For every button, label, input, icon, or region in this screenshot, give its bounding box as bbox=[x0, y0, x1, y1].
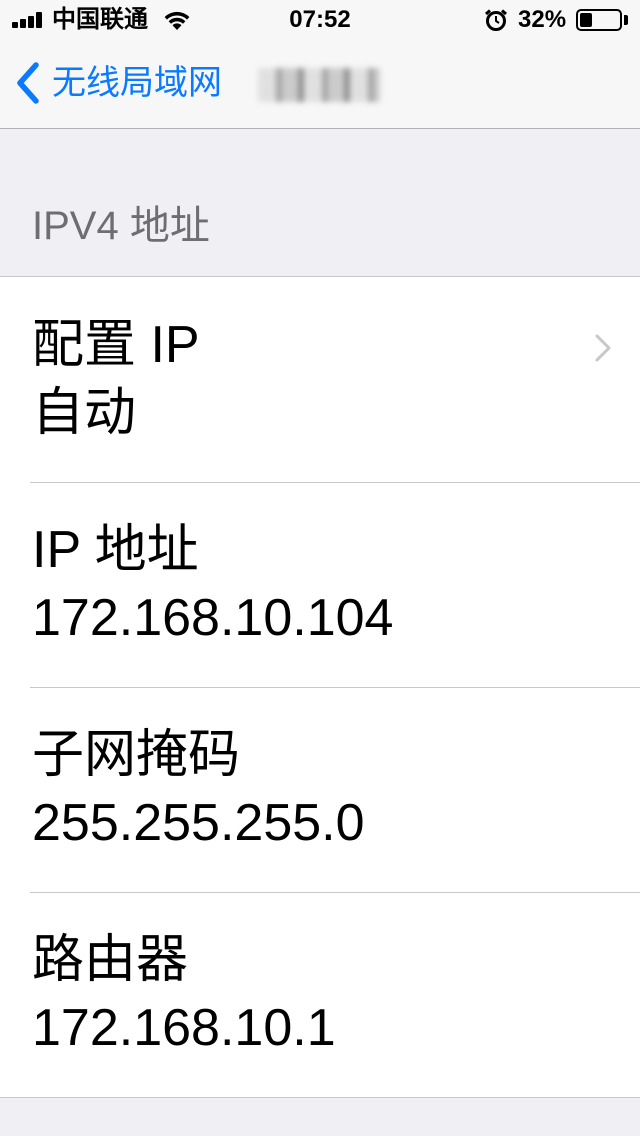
cell-label: 子网掩码 bbox=[32, 726, 241, 784]
navigation-bar: 无线局域网 bbox=[0, 40, 640, 129]
subnet-mask-cell: 子网掩码 255.255.255.0 bbox=[0, 687, 640, 892]
cell-label: 配置 IP bbox=[32, 316, 200, 374]
battery-icon bbox=[576, 9, 622, 31]
ipv4-settings-group: 配置 IP 自动 IP 地址 172.168.10.104 子网掩码 255.2… bbox=[0, 276, 640, 1098]
page-background-bottom bbox=[0, 1098, 640, 1136]
alarm-icon bbox=[485, 9, 507, 31]
configure-ip-cell[interactable]: 配置 IP 自动 bbox=[0, 277, 640, 482]
cell-label: 路由器 bbox=[32, 931, 189, 989]
cell-value: 255.255.255.0 bbox=[32, 794, 365, 852]
cell-value: 172.168.10.104 bbox=[32, 589, 394, 647]
section-header-ipv4: IPV4 地址 bbox=[32, 204, 210, 248]
ip-address-cell: IP 地址 172.168.10.104 bbox=[0, 482, 640, 687]
network-name-blurred bbox=[258, 68, 380, 102]
back-button[interactable]: 无线局域网 bbox=[14, 58, 222, 108]
cell-value: 172.168.10.1 bbox=[32, 999, 336, 1057]
chevron-left-icon bbox=[17, 62, 39, 104]
router-cell: 路由器 172.168.10.1 bbox=[0, 892, 640, 1097]
cell-label: IP 地址 bbox=[32, 521, 199, 579]
cell-value: 自动 bbox=[32, 384, 137, 442]
status-bar: 中国联通 07:52 32% bbox=[0, 0, 640, 40]
battery-percent: 32% bbox=[518, 6, 567, 33]
battery-level-fill bbox=[580, 13, 593, 27]
battery-cap bbox=[624, 15, 628, 25]
back-label: 无线局域网 bbox=[52, 64, 222, 102]
chevron-right-icon bbox=[595, 334, 611, 362]
